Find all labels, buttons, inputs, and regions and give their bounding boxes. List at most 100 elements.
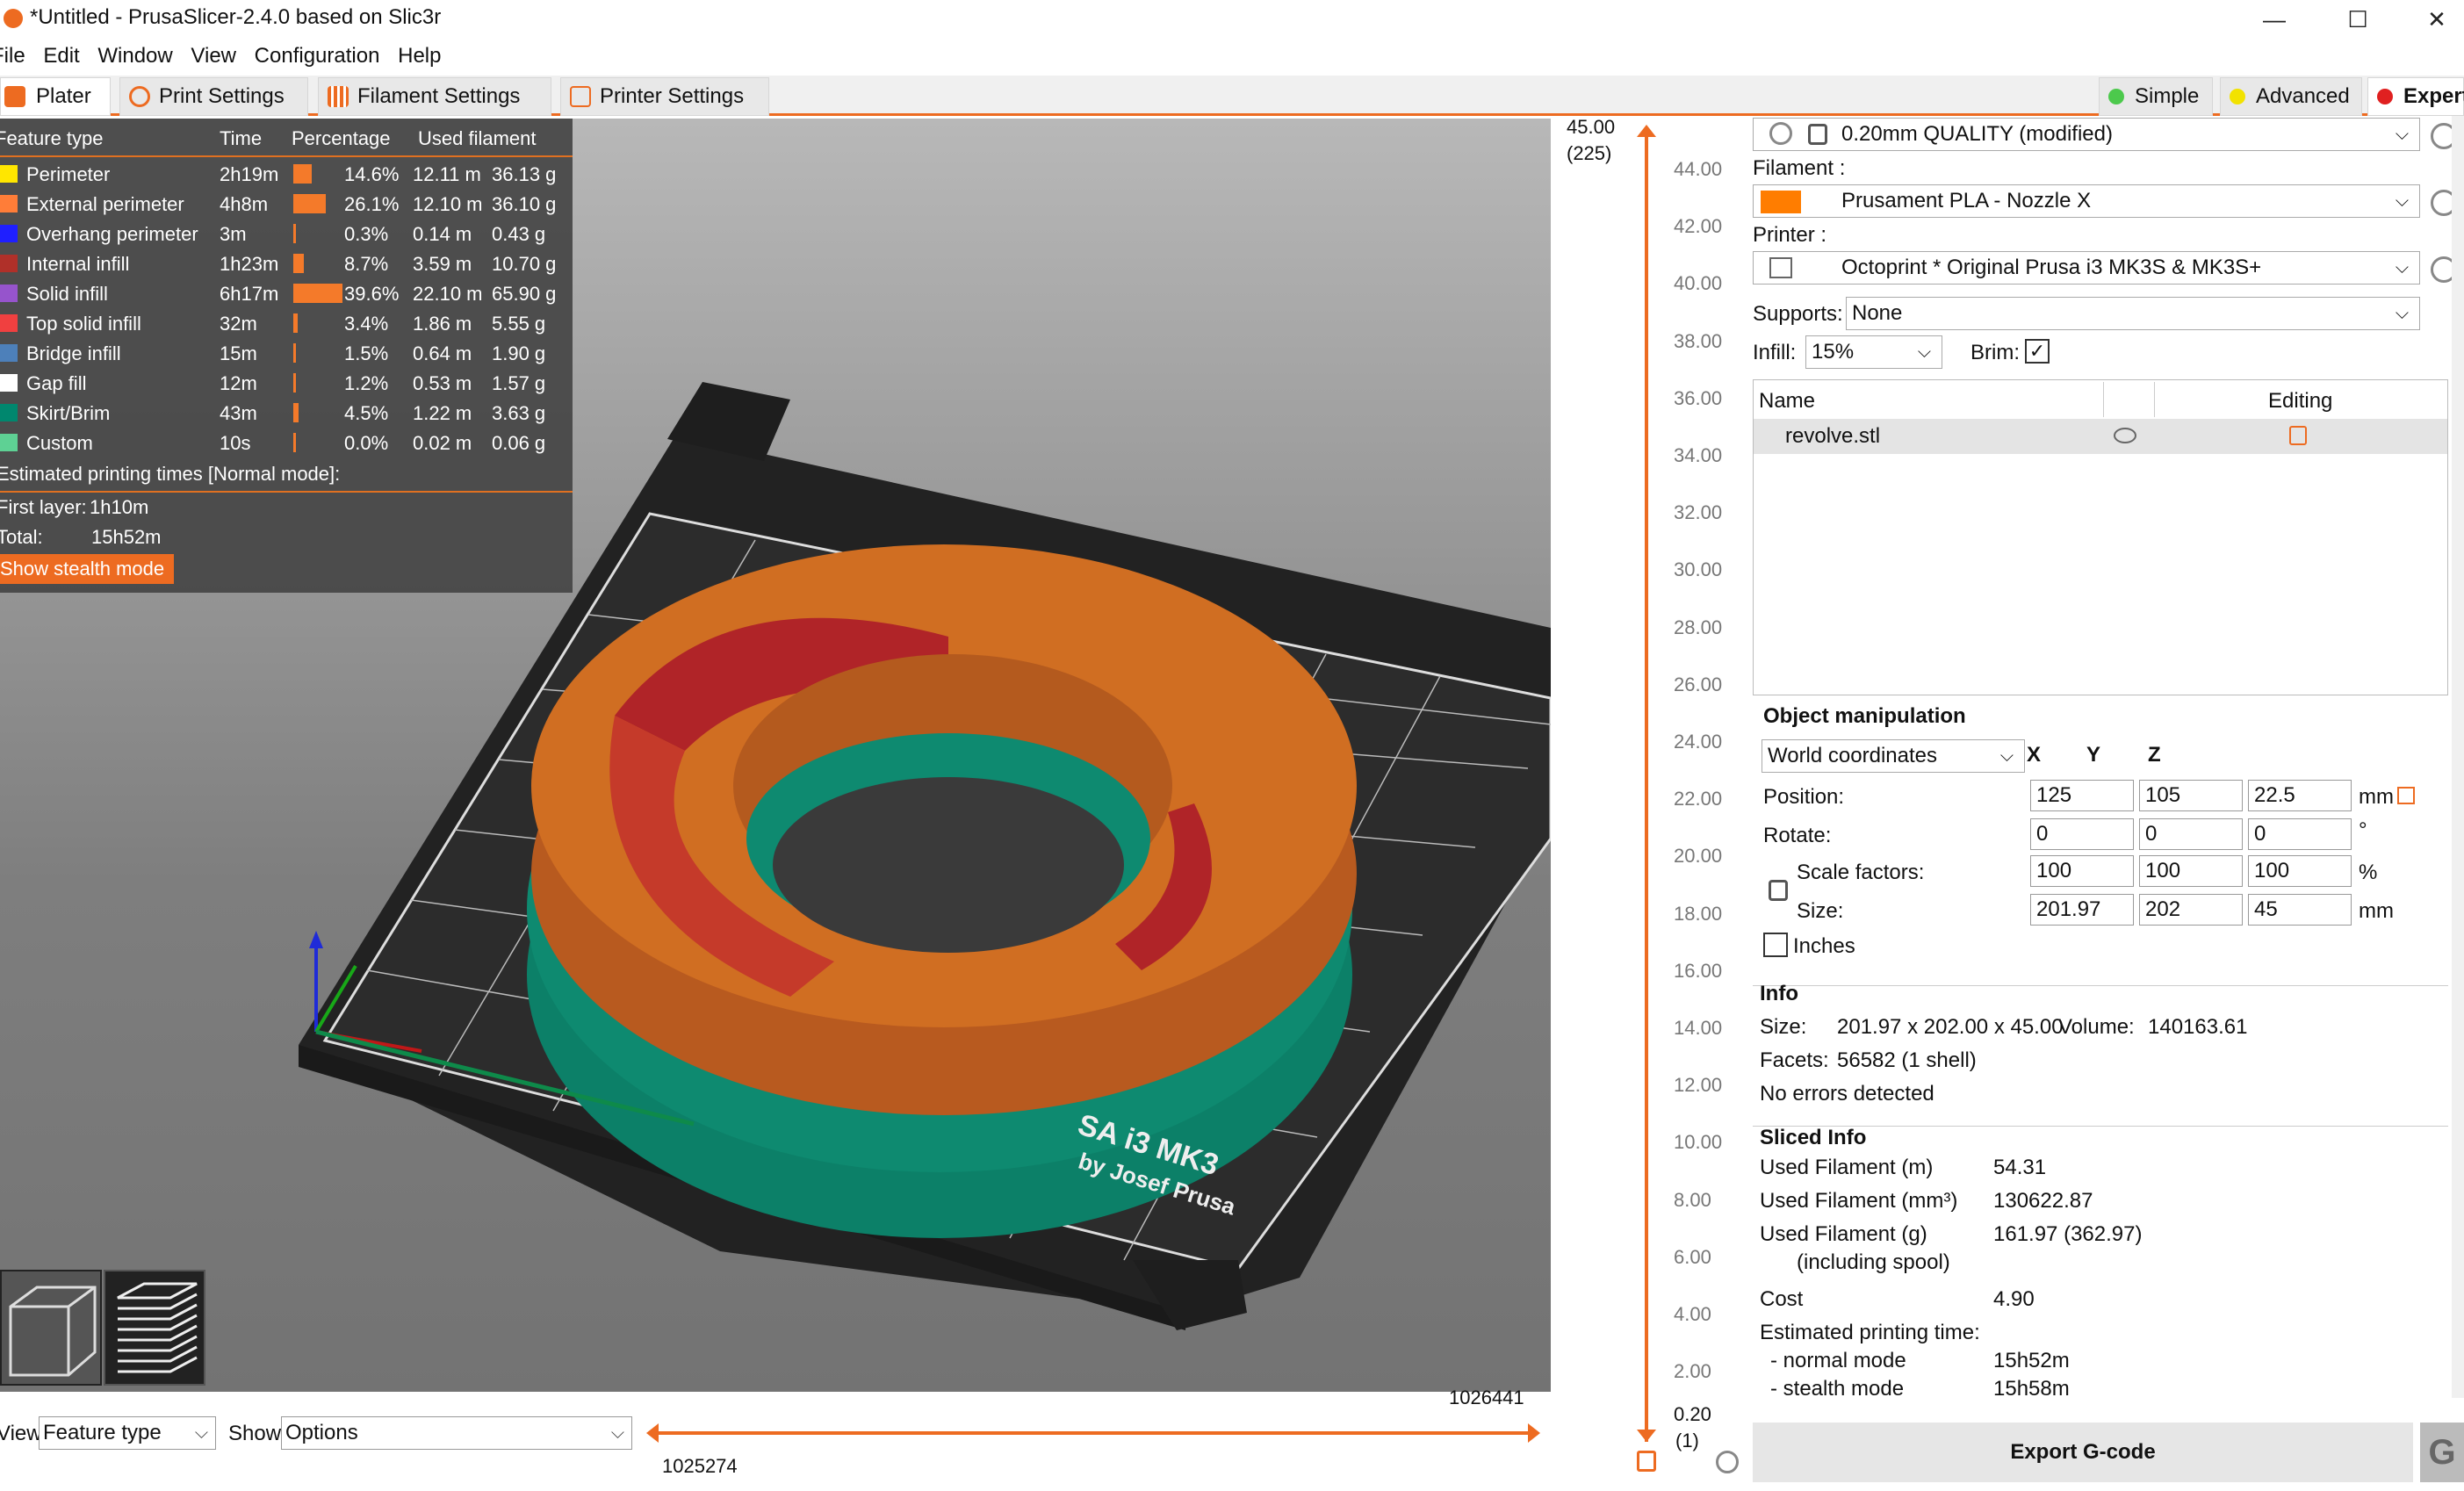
legend-percentage-bar xyxy=(293,403,299,422)
legend-feature-name: Internal infill xyxy=(26,253,130,275)
scale-lock-icon[interactable] xyxy=(1769,880,1788,901)
position-y-input[interactable]: 105 xyxy=(2139,780,2243,811)
legend-row[interactable]: Gap fill 12m 1.2% 0.53 m 1.57 g xyxy=(0,368,573,398)
3d-view-button[interactable] xyxy=(0,1270,102,1386)
unlock-icon[interactable] xyxy=(1637,1451,1656,1472)
layer-tick-label: 8.00 xyxy=(1674,1188,1711,1211)
size-y-input[interactable]: 202 xyxy=(2139,894,2243,926)
legend-feature-name: Skirt/Brim xyxy=(26,402,111,424)
printer-select[interactable]: Octoprint * Original Prusa i3 MK3S & MK3… xyxy=(1753,251,2420,285)
export-gcode-button[interactable]: Export G-code xyxy=(1753,1423,2413,1482)
legend-percentage: 14.6% xyxy=(344,163,400,185)
tab-filament-settings[interactable]: Filament Settings xyxy=(318,77,551,116)
legend-row[interactable]: Overhang perimeter 3m 0.3% 0.14 m 0.43 g xyxy=(0,219,573,248)
preview-view-button[interactable] xyxy=(104,1270,205,1386)
menu-view[interactable]: View xyxy=(191,44,236,68)
filament-value: Prusament PLA - Nozzle X xyxy=(1841,189,2092,212)
send-to-printer-button[interactable]: G xyxy=(2420,1423,2464,1482)
chevron-down-icon: ⌵ xyxy=(2395,125,2409,144)
size-x-input[interactable]: 201.97 xyxy=(2030,894,2134,926)
horizontal-slider-left-thumb[interactable] xyxy=(646,1423,659,1443)
layer-slider-bottom-thumb[interactable] xyxy=(1637,1430,1656,1442)
inches-checkbox[interactable] xyxy=(1763,933,1788,957)
inches-label: Inches xyxy=(1793,934,1855,958)
menu-edit[interactable]: Edit xyxy=(43,44,79,68)
legend-weight: 1.57 g xyxy=(492,372,546,394)
infill-select[interactable]: 15% ⌵ xyxy=(1805,335,1942,369)
horizontal-slider-right-thumb[interactable] xyxy=(1528,1423,1540,1443)
legend-row[interactable]: Bridge infill 15m 1.5% 0.64 m 1.90 g xyxy=(0,338,573,368)
rotate-label: Rotate: xyxy=(1763,824,1832,847)
legend-header-percentage: Percentage xyxy=(292,127,391,149)
rotate-y-input[interactable]: 0 xyxy=(2139,818,2243,850)
layer-tick-label: 42.00 xyxy=(1674,215,1723,238)
mode-advanced-button[interactable]: Advanced xyxy=(2220,77,2362,116)
tab-printer-settings[interactable]: Printer Settings xyxy=(560,77,769,116)
legend-length: 1.22 m xyxy=(413,402,472,424)
object-row[interactable]: revolve.stl xyxy=(1754,419,2447,454)
position-x-input[interactable]: 125 xyxy=(2030,780,2134,811)
legend-row[interactable]: Perimeter 2h19m 14.6% 12.11 m 36.13 g xyxy=(0,159,573,189)
scale-y-input[interactable]: 100 xyxy=(2139,855,2243,887)
scale-x-input[interactable]: 100 xyxy=(2030,855,2134,887)
layer-slider-top-thumb[interactable] xyxy=(1637,125,1656,137)
tab-print-settings[interactable]: Print Settings xyxy=(119,77,308,116)
menu-window[interactable]: Window xyxy=(97,44,172,68)
legend-weight: 0.43 g xyxy=(492,223,546,245)
legend-row[interactable]: External perimeter 4h8m 26.1% 12.10 m 36.10 … xyxy=(0,189,573,219)
rotate-z-input[interactable]: 0 xyxy=(2248,818,2352,850)
layer-tick-label: 44.00 xyxy=(1674,158,1723,180)
maximize-button[interactable]: ☐ xyxy=(2327,2,2388,37)
drop-to-bed-icon[interactable] xyxy=(2397,787,2415,804)
legend-row[interactable]: Custom 10s 0.0% 0.02 m 0.06 g xyxy=(0,428,573,457)
legend-row[interactable]: Solid infill 6h17m 39.6% 22.10 m 65.90 g xyxy=(0,278,573,308)
filament-select[interactable]: Prusament PLA - Nozzle X ⌵ xyxy=(1753,184,2420,218)
legend-time: 4h8m xyxy=(220,193,269,215)
position-z-input[interactable]: 22.5 xyxy=(2248,780,2352,811)
sliced-info-label: - normal mode xyxy=(1770,1349,1906,1372)
menu-configuration[interactable]: Configuration xyxy=(255,44,380,68)
edit-icon[interactable] xyxy=(2289,426,2307,445)
sliced-info-title: Sliced Info xyxy=(1760,1126,1867,1149)
mode-expert-button[interactable]: Expert xyxy=(2367,77,2464,116)
brim-checkbox[interactable]: ✓ xyxy=(2025,339,2050,364)
mode-simple-button[interactable]: Simple xyxy=(2099,77,2213,116)
legend-percentage: 4.5% xyxy=(344,402,389,424)
rotate-x-input[interactable]: 0 xyxy=(2030,818,2134,850)
legend-header-used-filament: Used filament xyxy=(418,127,537,149)
sliced-info-value: 4.90 xyxy=(1993,1287,2035,1311)
layer-slider-track[interactable] xyxy=(1645,133,1648,1442)
scale-z-input[interactable]: 100 xyxy=(2248,855,2352,887)
legend-percentage-bar xyxy=(293,433,296,452)
show-options-select[interactable]: Options ⌵ xyxy=(281,1416,632,1450)
chevron-down-icon: ⌵ xyxy=(2395,191,2409,211)
tab-plater[interactable]: Plater xyxy=(0,77,111,116)
sidebar-scrollbar[interactable] xyxy=(2452,116,2464,1398)
minimize-button[interactable]: — xyxy=(2244,2,2305,37)
legend-row[interactable]: Top solid infill 32m 3.4% 1.86 m 5.55 g xyxy=(0,308,573,338)
show-options-value: Options xyxy=(285,1421,358,1444)
legend-percentage: 1.2% xyxy=(344,372,389,394)
coordinates-select[interactable]: World coordinates ⌵ xyxy=(1762,739,2025,773)
tab-label: Print Settings xyxy=(159,84,285,108)
close-button[interactable]: ✕ xyxy=(2406,2,2464,37)
cog-icon[interactable] xyxy=(1716,1451,1739,1473)
horizontal-slider-track[interactable] xyxy=(655,1431,1537,1435)
legend-row[interactable]: Internal infill 1h23m 8.7% 3.59 m 10.70 g xyxy=(0,248,573,278)
layer-tick-label: 36.00 xyxy=(1674,386,1723,409)
eye-icon[interactable] xyxy=(2114,428,2136,443)
print-profile-select[interactable]: 0.20mm QUALITY (modified) ⌵ xyxy=(1753,118,2420,151)
legend-feature-name: Gap fill xyxy=(26,372,87,394)
menu-file[interactable]: File xyxy=(0,44,25,68)
legend-row[interactable]: Skirt/Brim 43m 4.5% 1.22 m 3.63 g xyxy=(0,398,573,428)
menu-help[interactable]: Help xyxy=(398,44,441,68)
size-z-input[interactable]: 45 xyxy=(2248,894,2352,926)
view-type-select[interactable]: Feature type ⌵ xyxy=(39,1416,216,1450)
supports-select[interactable]: None ⌵ xyxy=(1846,297,2420,330)
printer-icon xyxy=(1769,257,1792,278)
header-divider xyxy=(2103,382,2104,417)
tab-bar: Plater Print Settings Filament Settings … xyxy=(0,76,2464,116)
show-stealth-mode-button[interactable]: Show stealth mode xyxy=(0,554,174,584)
menu-bar: File Edit Window View Configuration Help xyxy=(0,44,453,76)
object-list-name-header: Name xyxy=(1759,389,1816,413)
